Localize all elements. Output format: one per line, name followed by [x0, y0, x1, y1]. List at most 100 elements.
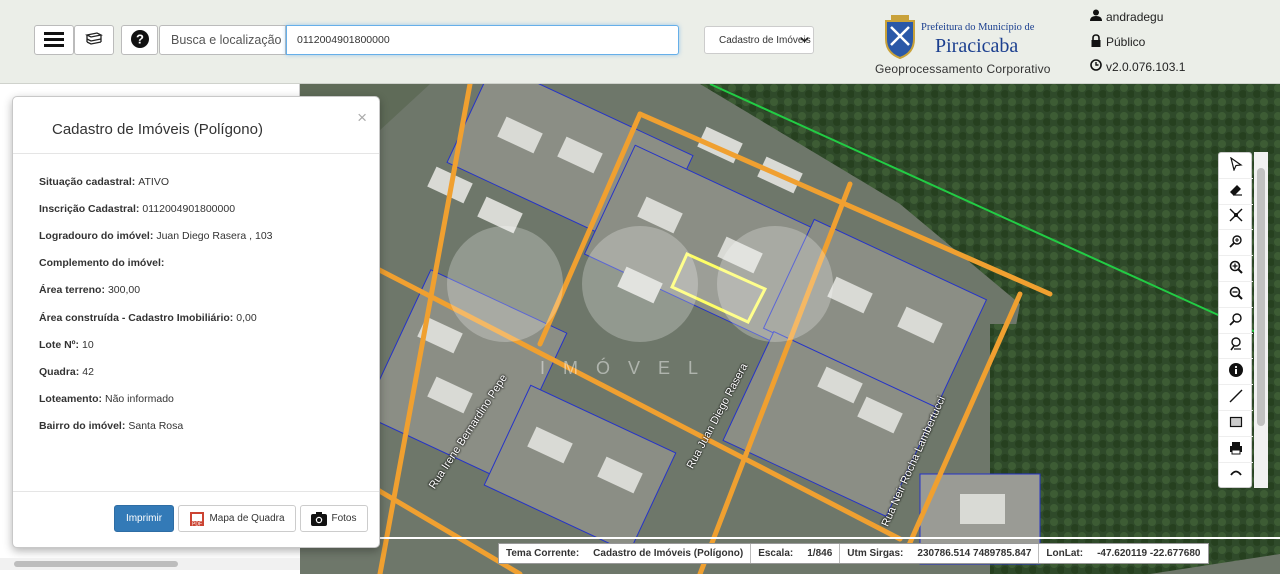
user-icon — [1090, 9, 1106, 24]
cursor-icon — [1229, 156, 1243, 174]
field-quadra: Quadra: 42 — [39, 358, 379, 385]
full-extent-button[interactable] — [1219, 205, 1253, 231]
field-loteamento: Loteamento: Não informado — [39, 386, 379, 413]
status-lonlat-label: LonLat: — [1046, 548, 1084, 559]
side-panel-scrollbar[interactable] — [0, 558, 300, 570]
printer-icon — [1229, 441, 1243, 458]
block-map-button[interactable]: PDF Mapa de Quadra — [178, 505, 296, 532]
print-button-label: Imprimir — [125, 513, 163, 524]
status-utm: Utm Sirgas: 230786.514 7489785.847 — [840, 544, 1040, 563]
user-row[interactable]: andradegu — [1090, 4, 1270, 29]
modal-footer: Imprimir PDF Mapa de Quadra Fotos — [13, 491, 379, 547]
search-input[interactable] — [286, 25, 679, 55]
measure-line-button[interactable] — [1219, 385, 1253, 411]
map-toolbar — [1218, 152, 1253, 489]
pdf-icon: PDF — [189, 511, 205, 527]
logo-subtitle: Geoprocessamento Corporativo — [875, 62, 1051, 76]
extra-tool-button[interactable] — [1219, 463, 1253, 489]
svg-text:?: ? — [136, 31, 144, 46]
username: andradegu — [1106, 9, 1164, 24]
prefeitura-logo: Prefeitura do Município de Piracicaba Ge… — [873, 12, 1058, 80]
photos-button[interactable]: Fotos — [300, 505, 368, 532]
block-map-button-label: Mapa de Quadra — [209, 513, 285, 524]
status-theme-label: Tema Corrente: — [506, 548, 580, 559]
zoom-in-button[interactable] — [1219, 256, 1253, 282]
arc-icon — [1229, 467, 1243, 484]
modal-title: Cadastro de Imóveis (Polígono) — [52, 121, 263, 138]
zoom-in-icon — [1229, 260, 1243, 277]
measure-area-button[interactable] — [1219, 411, 1253, 437]
field-value: 0112004901800000 — [142, 202, 236, 215]
field-logradouro: Logradouro do imóvel: Juan Diego Rasera ,… — [39, 222, 379, 249]
help-button[interactable]: ? — [121, 25, 158, 55]
field-value: ATIVO — [138, 175, 170, 188]
zoom-previous-button[interactable] — [1219, 308, 1253, 334]
hamburger-icon — [44, 31, 64, 50]
print-map-button[interactable] — [1219, 437, 1253, 463]
svg-text:PDF: PDF — [192, 521, 202, 527]
field-value: 0,00 — [236, 311, 257, 324]
eraser-tool-button[interactable] — [1219, 179, 1253, 205]
field-complemento: Complemento do imóvel: — [39, 250, 379, 277]
field-inscricao: Inscrição Cadastral: 0112004901800000 — [39, 195, 379, 222]
logo-city-text: Piracicaba — [935, 35, 1019, 57]
zoom-out-button[interactable] — [1219, 282, 1253, 308]
field-label: Situação cadastral: — [39, 175, 136, 188]
status-theme: Tema Corrente: Cadastro de Imóveis (Políg… — [499, 544, 752, 563]
field-label: Área terreno: — [39, 284, 105, 297]
scrollbar-thumb[interactable] — [1257, 168, 1265, 426]
field-bairro: Bairro do imóvel: Santa Rosa — [39, 413, 379, 440]
lock-icon — [1090, 33, 1106, 50]
zoom-next-icon — [1229, 337, 1243, 354]
field-area-terreno: Área terreno: 300,00 — [39, 277, 379, 304]
info-icon — [1229, 363, 1243, 380]
watermark-text: IMÓVEL — [540, 358, 717, 378]
field-label: Logradouro do imóvel: — [39, 229, 154, 242]
field-label: Área construída - Cadastro Imobiliário: — [39, 311, 234, 324]
toolbar-scrollbar[interactable] — [1254, 152, 1268, 488]
zoom-box-in-icon — [1229, 234, 1243, 251]
status-lonlat: LonLat: -47.620119 -22.677680 — [1039, 544, 1207, 563]
photos-button-label: Fotos — [331, 513, 357, 524]
area-icon — [1229, 415, 1243, 432]
select-tool-button[interactable] — [1219, 153, 1253, 179]
clock-icon — [1090, 59, 1106, 74]
modal-header: Cadastro de Imóveis (Polígono) × — [13, 97, 379, 154]
status-scale: Escala: 1/846 — [751, 544, 841, 563]
layer-select[interactable]: Cadastro de Imóveis — [704, 26, 814, 54]
status-scale-value: 1/846 — [807, 548, 833, 559]
logo-prefeitura-text: Prefeitura do Município de — [921, 22, 1035, 33]
status-lonlat-value: -47.620119 -22.677680 — [1097, 548, 1201, 559]
field-label: Complemento do imóvel: — [39, 257, 165, 270]
help-icon: ? — [130, 29, 149, 51]
close-icon[interactable]: × — [357, 108, 367, 128]
layer-select-value: Cadastro de Imóveis — [719, 34, 811, 46]
zoom-next-button[interactable] — [1219, 334, 1253, 360]
layers-button[interactable] — [74, 25, 114, 55]
version-row: v2.0.076.103.1 — [1090, 54, 1270, 79]
field-situacao: Situação cadastral: ATIVO — [39, 168, 379, 195]
access-row: Público — [1090, 29, 1270, 54]
status-scale-label: Escala: — [758, 548, 794, 559]
status-theme-value: Cadastro de Imóveis (Polígono) — [593, 548, 744, 559]
cadastro-modal: Cadastro de Imóveis (Polígono) × Situaçã… — [12, 96, 380, 548]
print-button[interactable]: Imprimir — [114, 505, 174, 532]
zoom-out-icon — [1229, 286, 1243, 303]
field-label: Inscrição Cadastral: — [39, 202, 140, 215]
top-bar: ? Busca e localização Cadastro de Imóvei… — [0, 0, 1280, 84]
info-tool-button[interactable] — [1219, 359, 1253, 386]
status-bar: Tema Corrente: Cadastro de Imóveis (Políg… — [498, 543, 1209, 564]
field-value: 10 — [82, 338, 94, 351]
field-lote: Lote Nº: 10 — [39, 331, 379, 358]
search-label: Busca e localização — [159, 25, 286, 55]
field-value: Não informado — [105, 393, 174, 406]
field-label: Bairro do imóvel: — [39, 420, 126, 433]
field-label: Quadra: — [39, 365, 80, 378]
menu-button[interactable] — [34, 25, 74, 55]
field-value: 42 — [82, 365, 94, 378]
scrollbar-thumb[interactable] — [14, 561, 178, 567]
zoom-box-in-button[interactable] — [1219, 230, 1253, 257]
field-label: Lote Nº: — [39, 338, 79, 351]
zoom-previous-icon — [1229, 312, 1243, 329]
eraser-icon — [1229, 183, 1243, 200]
